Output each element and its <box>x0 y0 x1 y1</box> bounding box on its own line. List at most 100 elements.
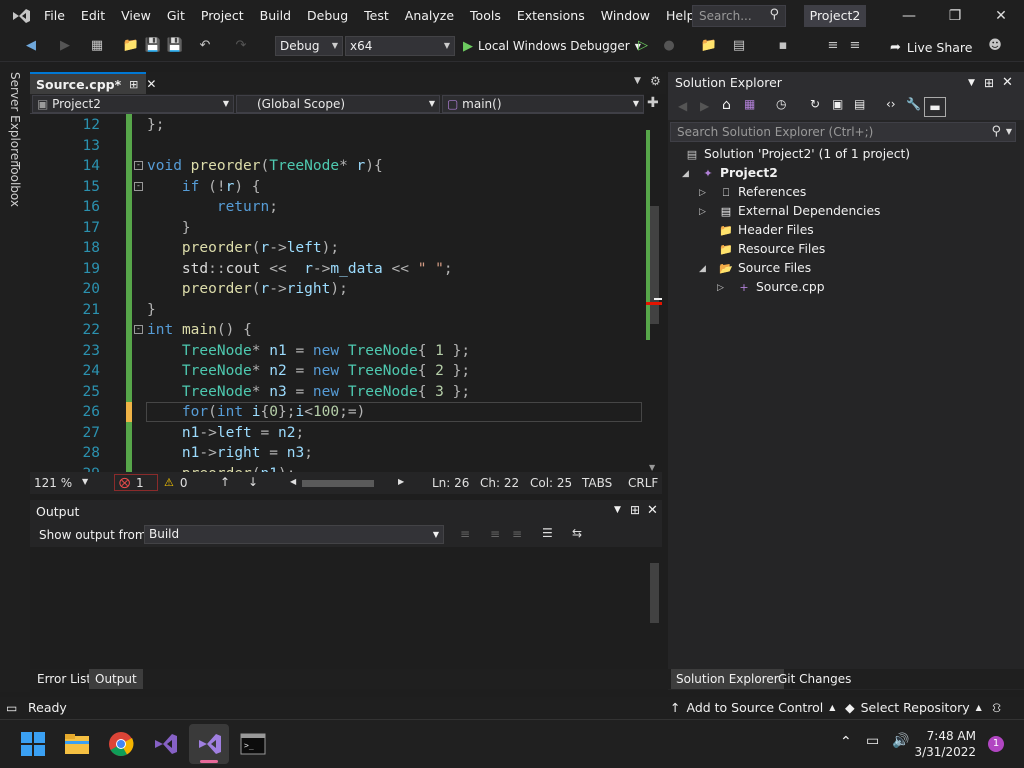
undo-icon[interactable]: ↶ <box>196 37 214 55</box>
back-icon[interactable]: ◀ <box>678 99 687 113</box>
editor-vertical-scrollbar[interactable]: ▼ <box>646 114 662 472</box>
code-line[interactable]: 21} <box>30 300 646 321</box>
close-window-button[interactable]: ✕ <box>978 0 1024 32</box>
tree-solution[interactable]: ▤ Solution 'Project2' (1 of 1 project) <box>684 145 910 164</box>
go-to-message-icon[interactable]: ≡ <box>460 527 470 541</box>
close-icon[interactable]: ✕ <box>1002 72 1013 94</box>
next-issue-icon[interactable]: ↓ <box>248 475 258 489</box>
windows-start-icon[interactable] <box>20 731 46 757</box>
forward-icon[interactable]: ▶ <box>56 37 74 55</box>
fold-toggle-icon[interactable]: - <box>134 181 143 191</box>
open-folder-icon[interactable]: 📁 <box>122 37 140 55</box>
menu-test[interactable]: Test <box>356 0 397 32</box>
platform-select[interactable]: x64 ▼ <box>345 36 455 56</box>
indent-mode-status[interactable]: TABS <box>582 476 612 490</box>
code-editor[interactable]: 12}; 13 14 void preorder(TreeNode* r){15 if… <box>30 114 646 472</box>
show-all-files-icon[interactable]: ▤ <box>854 97 865 111</box>
code-line[interactable]: 24 TreeNode* n2 = new TreeNode{ 2 }; <box>30 361 646 382</box>
code-line[interactable]: 14 void preorder(TreeNode* r){ <box>30 156 646 177</box>
save-icon[interactable]: 💾 <box>144 37 162 55</box>
visual-studio-code-icon[interactable] <box>152 731 178 757</box>
feedback-icon[interactable]: ☻ <box>986 37 1004 55</box>
new-project-icon[interactable]: ▦ <box>88 37 106 55</box>
code-line[interactable]: 16 return; <box>30 197 646 218</box>
toolbox-tab[interactable]: Toolbox <box>8 162 22 207</box>
collapse-triangle-icon[interactable]: ◢ <box>682 169 689 179</box>
tab-source-cpp[interactable]: Source.cpp* ⊞ ✕ <box>30 72 156 94</box>
vs-logo[interactable] <box>10 6 32 26</box>
horizontal-scroll-thumb[interactable] <box>302 480 374 487</box>
fold-toggle-icon[interactable]: - <box>134 161 143 170</box>
network-icon[interactable]: ▭ <box>866 733 879 749</box>
split-editor-icon[interactable]: ✚ <box>647 95 659 111</box>
file-explorer-icon[interactable] <box>64 731 90 757</box>
code-line[interactable]: 13 <box>30 136 646 157</box>
menu-tools[interactable]: Tools <box>462 0 509 32</box>
notification-badge[interactable]: 1 <box>988 736 1004 752</box>
pin-icon[interactable]: ⊞ <box>129 78 138 91</box>
tree-project[interactable]: ✦ Project2 <box>700 164 777 183</box>
tree-references[interactable]: ⎕ References <box>718 183 807 202</box>
code-line[interactable]: 20 preorder(r->right); <box>30 279 646 300</box>
properties-wrench-icon[interactable]: 🔧 <box>906 97 921 111</box>
close-icon[interactable]: ✕ <box>146 77 156 91</box>
line-ending-status[interactable]: CRLF <box>628 476 658 490</box>
solution-explorer-toggle-icon[interactable]: 📁 <box>700 37 718 55</box>
scroll-right-icon[interactable]: ▶ <box>398 477 404 486</box>
tree-source-cpp[interactable]: + Source.cpp <box>736 278 824 297</box>
breakpoint-icon[interactable]: ▪ <box>774 37 792 55</box>
hot-reload-icon[interactable]: ● <box>660 37 678 55</box>
menu-analyze[interactable]: Analyze <box>397 0 462 32</box>
menu-project[interactable]: Project <box>193 0 252 32</box>
collapse-triangle-icon[interactable]: ◢ <box>699 264 706 274</box>
tab-error-list[interactable]: Error List <box>31 669 97 689</box>
visual-studio-icon[interactable] <box>196 731 222 757</box>
scroll-thumb[interactable] <box>650 206 659 324</box>
sync-icon[interactable]: ↻ <box>810 97 820 111</box>
fold-toggle-icon[interactable]: - <box>134 325 143 334</box>
settings-gear-icon[interactable]: ⚙ <box>650 74 661 88</box>
chevron-down-icon[interactable]: ▼ <box>968 72 975 94</box>
menu-edit[interactable]: Edit <box>73 0 113 32</box>
add-to-source-control-button[interactable]: ↑ Add to Source Control ▲ <box>670 697 835 719</box>
tab-git-changes[interactable]: Git Changes <box>773 669 856 689</box>
server-explorer-tab[interactable]: Server Explorer <box>8 72 22 165</box>
code-line[interactable]: 22 int main() { <box>30 320 646 341</box>
minimize-button[interactable]: — <box>886 0 932 32</box>
clear-all-icon[interactable]: ☰ <box>542 526 553 540</box>
menu-window[interactable]: Window <box>593 0 658 32</box>
code-line[interactable]: 23 TreeNode* n1 = new TreeNode{ 1 }; <box>30 341 646 362</box>
chrome-icon[interactable] <box>108 731 134 757</box>
home-icon[interactable]: ⌂ <box>722 97 731 113</box>
chevron-down-icon[interactable]: ▼ <box>614 505 621 515</box>
scroll-down-icon[interactable]: ▼ <box>649 463 655 472</box>
code-line[interactable]: 25 TreeNode* n3 = new TreeNode{ 3 }; <box>30 382 646 403</box>
expand-triangle-icon[interactable]: ▷ <box>717 283 724 293</box>
notifications-bell-icon[interactable]: ⛻ <box>992 697 1001 719</box>
start-without-debugging-icon[interactable]: ▷ <box>634 37 652 55</box>
tab-solution-explorer[interactable]: Solution Explorer <box>671 669 784 689</box>
nav-scope-select[interactable]: (Global Scope) ▼ <box>236 95 440 113</box>
maximize-button[interactable]: ❐ <box>932 0 978 32</box>
code-line[interactable]: 17 } <box>30 218 646 239</box>
warning-count-button[interactable]: ⚠ 0 <box>164 474 188 491</box>
output-source-select[interactable]: Build ▼ <box>144 525 444 544</box>
tree-source-files[interactable]: 📂 Source Files <box>718 259 811 278</box>
layout-icon[interactable]: ▤ <box>730 37 748 55</box>
code-line[interactable]: 27 n1->left = n2; <box>30 423 646 444</box>
line-number-status[interactable]: Ln: 26 <box>432 476 469 490</box>
find-next-icon[interactable]: ≡ <box>512 527 522 541</box>
tree-resource-files[interactable]: 📁 Resource Files <box>718 240 825 259</box>
expand-triangle-icon[interactable]: ▷ <box>699 207 706 217</box>
close-icon[interactable]: ✕ <box>647 503 658 518</box>
live-share-button[interactable]: ➦ Live Share <box>890 37 972 57</box>
solution-explorer-search-input[interactable]: Search Solution Explorer (Ctrl+;) ⚲ ▼ <box>670 122 1016 142</box>
code-line[interactable]: 18 preorder(r->left); <box>30 238 646 259</box>
pin-icon[interactable]: ⊞ <box>630 503 640 517</box>
system-tray-chevron-icon[interactable]: ⌃ <box>840 734 852 750</box>
output-horizontal-scrollbar[interactable] <box>30 655 646 669</box>
error-count-button[interactable]: ⨂ 1 <box>114 474 158 491</box>
code-view-icon[interactable]: ‹› <box>886 97 896 111</box>
select-repository-button[interactable]: ◆ Select Repository ▲ <box>845 697 982 719</box>
forward-icon[interactable]: ▶ <box>700 99 709 113</box>
